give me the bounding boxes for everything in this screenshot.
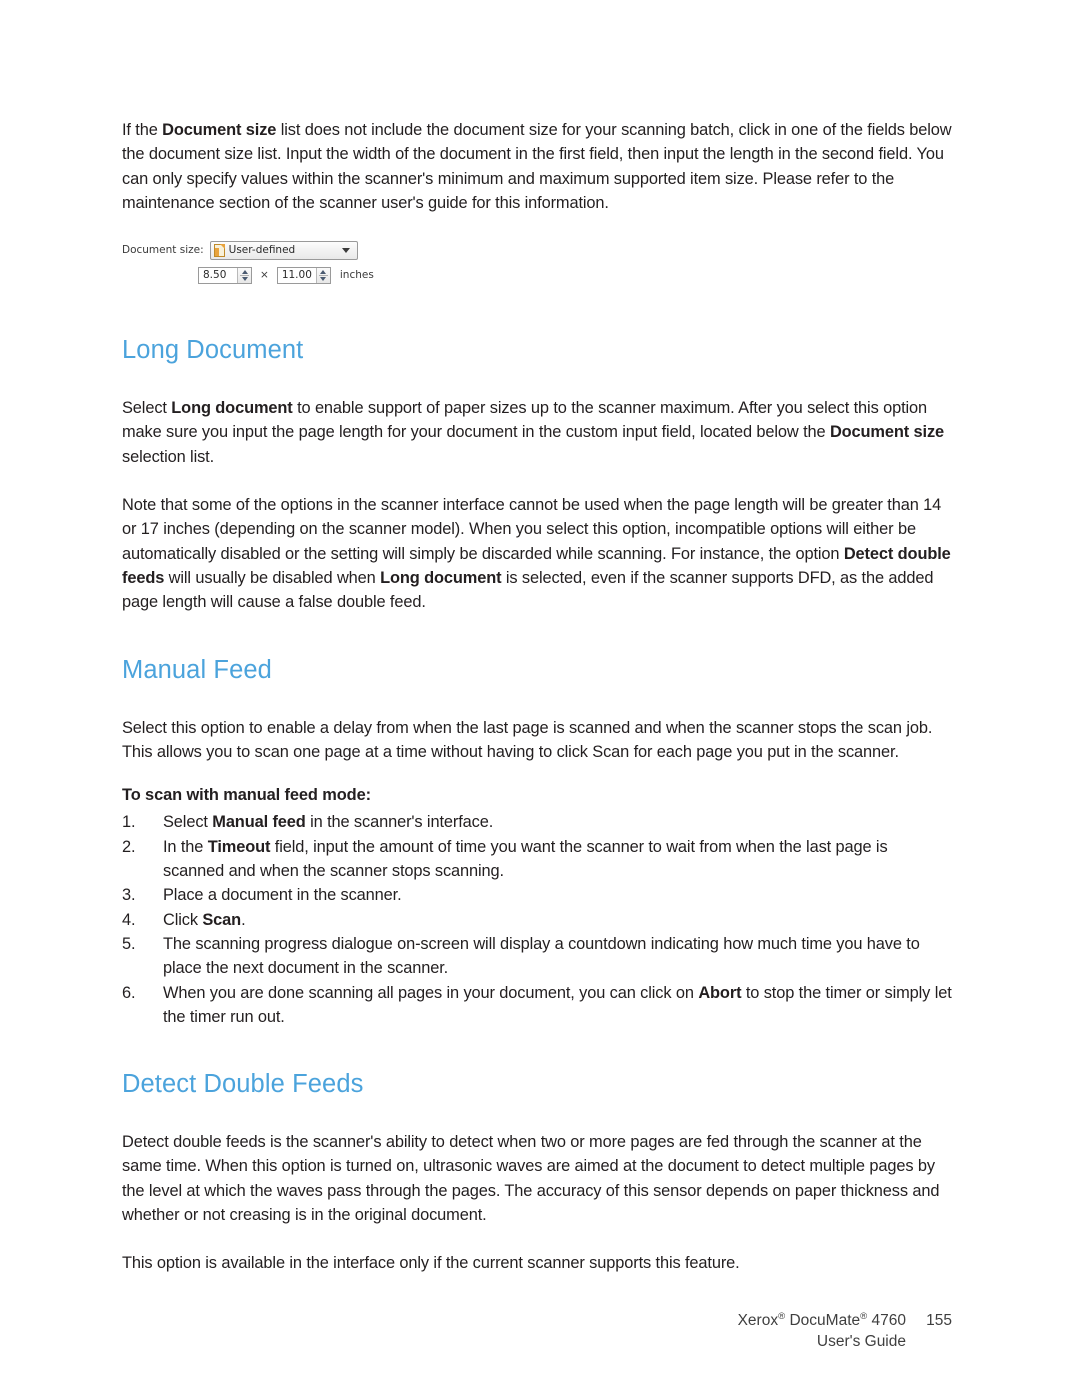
- emphasis-text: Timeout: [207, 837, 271, 856]
- text-run: Detect double feeds is the scanner's abi…: [122, 1133, 940, 1225]
- procedure-step: 2. In the Timeout field, input the amount…: [122, 835, 952, 884]
- emphasis-text: Scan: [202, 910, 242, 929]
- step-number: 2.: [122, 837, 136, 856]
- step-text: Select Manual feed in the scanner's inte…: [163, 810, 952, 834]
- document-size-row: Document size: User-defined: [122, 239, 422, 261]
- page-number: 155: [926, 1312, 952, 1329]
- emphasis-text: Long document: [380, 568, 502, 587]
- text-run: Select this option to enable a delay fro…: [122, 718, 933, 761]
- emphasis-text: Document size: [829, 423, 945, 442]
- width-spinner-buttons[interactable]: [237, 267, 251, 283]
- long-document-paragraph-2: Note that some of the options in the sca…: [122, 493, 952, 614]
- height-decrement-icon[interactable]: [320, 276, 327, 281]
- section-heading-long-document: Long Document: [122, 336, 304, 365]
- footer-guide-label: User's Guide: [816, 1333, 906, 1350]
- step-text: Place a document in the scanner.: [163, 883, 952, 907]
- intro-text-a: If the: [122, 121, 163, 139]
- emphasis-text: Manual feed: [212, 813, 306, 832]
- section-heading-manual-feed: Manual Feed: [122, 655, 272, 684]
- intro-paragraph: If the Document size list does not inclu…: [122, 118, 952, 215]
- document-size-dropdown[interactable]: User-defined: [209, 240, 358, 260]
- document-size-widget-screenshot: Document size: User-defined 8.50 × 11.00…: [122, 239, 422, 291]
- procedure-step-list: 1. Select Manual feed in the scanner's in…: [122, 810, 952, 1029]
- emphasis-text: Abort: [698, 983, 742, 1002]
- height-value[interactable]: 11.00: [277, 267, 316, 283]
- procedure-step: 3. Place a document in the scanner.: [122, 883, 952, 907]
- footer-product-name: Xerox® DocuMate® 4760: [737, 1310, 906, 1329]
- text-run: Select: [122, 399, 172, 418]
- procedure-step: 4. Click Scan.: [122, 908, 952, 932]
- height-stepper[interactable]: 11.00: [276, 266, 331, 284]
- text-run: Select: [163, 813, 213, 832]
- document-page: If the Document size list does not inclu…: [0, 0, 1080, 1397]
- page-icon: [213, 243, 225, 257]
- emphasis-text: Long document: [171, 399, 293, 418]
- height-increment-icon[interactable]: [320, 269, 327, 274]
- document-size-selected-value: User-defined: [228, 244, 296, 257]
- text-run: This option is available in the interfac…: [122, 1254, 740, 1273]
- text-run: selection list.: [122, 447, 215, 466]
- step-number: 5.: [122, 934, 136, 953]
- width-increment-icon[interactable]: [241, 269, 248, 274]
- chevron-down-icon[interactable]: [341, 247, 350, 253]
- text-run: in the scanner's interface.: [305, 813, 494, 832]
- intro-bold-document-size: Document size: [162, 121, 277, 139]
- procedure-title: To scan with manual feed mode:: [122, 786, 371, 805]
- text-run: In the: [163, 837, 208, 856]
- text-run: Place a document in the scanner.: [163, 886, 402, 905]
- section-heading-detect-double-feeds: Detect Double Feeds: [122, 1070, 364, 1099]
- text-run: field, input the amount of time you want…: [163, 837, 888, 881]
- procedure-step: 6. When you are done scanning all pages i…: [122, 981, 952, 1030]
- step-text: In the Timeout field, input the amount o…: [163, 835, 952, 884]
- document-size-label: Document size:: [122, 244, 204, 257]
- height-spinner-buttons[interactable]: [315, 267, 330, 283]
- step-number: 3.: [122, 886, 136, 905]
- step-number: 4.: [122, 910, 136, 929]
- width-decrement-icon[interactable]: [241, 276, 248, 281]
- unit-label: inches: [339, 269, 374, 282]
- text-run: Note that some of the options in the sca…: [122, 496, 942, 563]
- step-text: When you are done scanning all pages in …: [163, 981, 952, 1030]
- step-number: 1.: [122, 813, 136, 832]
- text-run: will usually be disabled when: [164, 568, 381, 587]
- multiply-symbol: ×: [260, 269, 269, 282]
- text-run: When you are done scanning all pages in …: [163, 983, 699, 1002]
- detect-double-feeds-paragraph-1: Detect double feeds is the scanner's abi…: [122, 1130, 952, 1227]
- dimension-row: 8.50 × 11.00 inches: [122, 265, 422, 285]
- detect-double-feeds-paragraph-2: This option is available in the interfac…: [122, 1251, 952, 1275]
- text-run: Click: [163, 910, 203, 929]
- step-number: 6.: [122, 983, 136, 1002]
- step-text: Click Scan.: [163, 908, 952, 932]
- page-content: If the Document size list does not inclu…: [122, 118, 952, 1276]
- footer-product-line: Xerox® DocuMate® 4760 155: [738, 1306, 952, 1331]
- width-value[interactable]: 8.50: [199, 267, 237, 283]
- page-footer: Xerox® DocuMate® 4760 155 User's Guide: [738, 1306, 952, 1352]
- text-run: The scanning progress dialogue on-screen…: [163, 934, 920, 978]
- manual-feed-paragraph-1: Select this option to enable a delay fro…: [122, 716, 952, 765]
- long-document-paragraph-1: Select Long document to enable support o…: [122, 396, 952, 469]
- width-stepper[interactable]: 8.50: [198, 266, 252, 284]
- procedure-step: 5. The scanning progress dialogue on-scre…: [122, 932, 952, 981]
- text-run: .: [241, 910, 246, 929]
- procedure-step: 1. Select Manual feed in the scanner's in…: [122, 810, 952, 834]
- step-text: The scanning progress dialogue on-screen…: [163, 932, 952, 981]
